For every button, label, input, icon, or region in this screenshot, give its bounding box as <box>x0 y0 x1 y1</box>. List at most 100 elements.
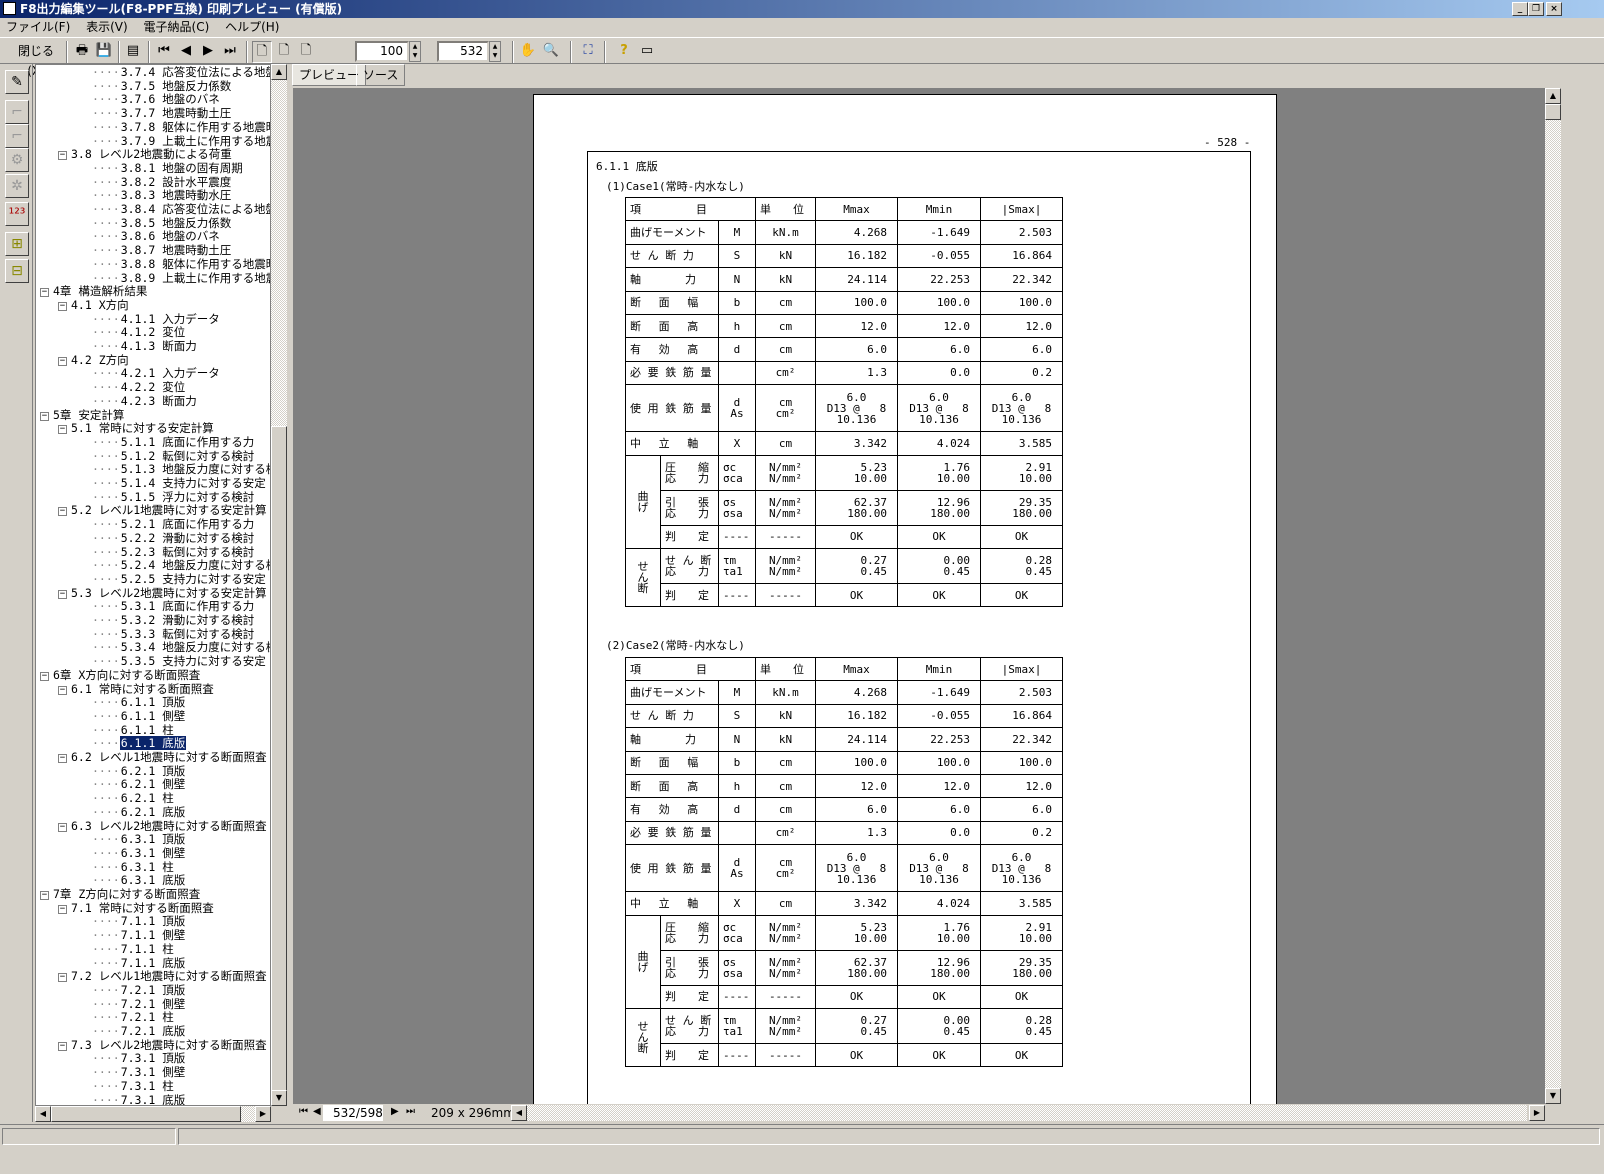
stairs-icon[interactable]: ⌐ <box>5 100 29 124</box>
tree-item[interactable]: ····7.2.1 頂版 <box>92 983 186 998</box>
last-page-icon[interactable]: ⏭ <box>220 41 240 63</box>
collapse-icon[interactable]: − <box>58 685 67 695</box>
tree-item[interactable]: ····3.7.8 躯体に作用する地震時慣性: <box>92 120 270 135</box>
collapse-tree-icon[interactable]: ⊟ <box>5 259 29 283</box>
hand-icon[interactable]: ✋ <box>518 41 538 63</box>
magnifier-icon[interactable]: 🔍 <box>541 41 561 63</box>
tree-item[interactable]: ····4.2.3 断面力 <box>92 394 198 409</box>
help-icon[interactable]: ? <box>614 41 634 63</box>
tab-preview[interactable]: プレビュー <box>292 64 367 86</box>
scroll-right-arrow-icon[interactable]: ▶ <box>255 1106 271 1122</box>
tree-item[interactable]: ····5.2.5 支持力に対する安定 <box>92 572 267 587</box>
print-icon[interactable]: 🖶 <box>72 41 92 63</box>
tree-item[interactable]: −7.1 常時に対する断面照査 <box>58 901 215 916</box>
collapse-icon[interactable]: − <box>58 507 67 517</box>
tree-item[interactable]: ····4.2.1 入力データ <box>92 367 221 381</box>
fit-screen-icon[interactable]: ⛶ <box>578 41 598 63</box>
prev-page-icon[interactable]: ◀ <box>313 1106 321 1117</box>
collapse-icon[interactable]: − <box>58 589 67 599</box>
tree-item[interactable]: −4.1 X方向 <box>58 298 130 313</box>
tree-item[interactable]: ····7.3.1 柱 <box>92 1079 175 1094</box>
single-page-icon[interactable]: 🗋 <box>252 41 272 63</box>
fit-width-icon[interactable]: 🗋 <box>274 41 294 63</box>
tree-item[interactable]: ····6.2.1 頂版 <box>92 764 186 779</box>
tree-item[interactable]: ····7.1.1 底版 <box>92 956 186 971</box>
tree-item[interactable]: ····5.3.1 底面に作用する力 <box>92 599 255 614</box>
tree-item[interactable]: ····7.1.1 柱 <box>92 942 175 957</box>
tree-item[interactable]: ····4.1.2 変位 <box>92 325 186 340</box>
tree-item[interactable]: −5.2 レベル1地震時に対する安定計算 <box>58 504 268 518</box>
next-page-icon[interactable]: ▶ <box>391 1106 399 1117</box>
tree-item[interactable]: ····5.1.3 地盤反力度に対する検討 <box>92 462 270 477</box>
scroll-up-arrow-icon[interactable]: ▲ <box>1545 88 1561 104</box>
collapse-icon[interactable]: − <box>58 1041 67 1051</box>
tree-item[interactable]: ····4.2.2 変位 <box>92 380 186 395</box>
scroll-down-arrow-icon[interactable]: ▼ <box>1545 1088 1561 1104</box>
tree-item[interactable]: −3.8 レベル2地震動による荷重 <box>58 147 233 162</box>
tree-item[interactable]: ····4.1.1 入力データ <box>92 312 221 327</box>
tree-item[interactable]: ····7.3.1 頂版 <box>92 1052 186 1066</box>
page-spinner[interactable]: ▲ ▼ <box>489 41 501 62</box>
tree-item[interactable]: ····6.2.1 底版 <box>92 805 186 820</box>
tree-item[interactable]: −7章 Z方向に対する断面照査 <box>40 887 201 902</box>
tree-item[interactable]: −5章 安定計算 <box>40 408 125 423</box>
tab-source[interactable]: ソース <box>356 64 406 86</box>
tree-item[interactable]: −6.2 レベル1地震時に対する断面照査 <box>58 750 268 765</box>
menu-view[interactable]: 表示(V) <box>84 20 130 34</box>
tree-item[interactable]: ····7.3.1 側壁 <box>92 1065 186 1080</box>
tree-item[interactable]: ····6.3.1 底版 <box>92 873 186 888</box>
tree-item[interactable]: −6.1 常時に対する断面照査 <box>58 682 215 697</box>
tree-item[interactable]: ····6.3.1 頂版 <box>92 832 186 847</box>
menu-file[interactable]: ファイル(F) <box>4 20 72 34</box>
tree-item[interactable]: ····3.7.5 地盤反力係数 <box>92 79 232 94</box>
tree-item[interactable]: ····3.8.5 地盤反力係数 <box>92 216 232 231</box>
menu-help[interactable]: ヘルプ(H) <box>223 20 281 34</box>
restore-button[interactable]: ❐ <box>1528 2 1544 16</box>
disabled-renumber-icon[interactable]: ✲ <box>5 174 29 198</box>
collapse-icon[interactable]: − <box>58 904 67 914</box>
last-page-icon[interactable]: ⏭ <box>406 1106 415 1117</box>
tree-item[interactable]: ····5.2.3 転倒に対する検討 <box>92 545 255 560</box>
stairs-down-icon[interactable]: ⌐ <box>5 124 29 148</box>
first-page-icon[interactable]: ⏮ <box>299 1106 308 1117</box>
collapse-icon[interactable]: − <box>58 754 67 763</box>
tree-item[interactable]: ····5.1.1 底面に作用する力 <box>92 435 255 450</box>
about-icon[interactable]: ▭ <box>637 41 657 63</box>
scroll-up-arrow-icon[interactable]: ▲ <box>271 64 287 80</box>
close-window-button[interactable]: × <box>1546 2 1562 16</box>
tree-item[interactable]: ····6.2.1 側壁 <box>92 778 186 792</box>
tree-item[interactable]: ····7.1.1 側壁 <box>92 928 186 943</box>
tree-item[interactable]: −4.2 Z方向 <box>58 353 130 368</box>
tree-item[interactable]: ····5.2.1 底面に作用する力 <box>92 517 255 532</box>
tree-item[interactable]: ····5.3.5 支持力に対する安定 <box>92 654 267 669</box>
scroll-left-arrow-icon[interactable]: ◀ <box>35 1106 51 1122</box>
scroll-thumb[interactable] <box>1545 104 1561 120</box>
scroll-left-arrow-icon[interactable]: ◀ <box>511 1105 527 1121</box>
tree-item[interactable]: ····5.2.2 滑動に対する検討 <box>92 531 255 546</box>
tree-vertical-scrollbar[interactable]: ▲ ▼ <box>271 64 287 1106</box>
collapse-icon[interactable]: − <box>40 411 49 421</box>
tree-item[interactable]: ····6.3.1 柱 <box>92 860 175 875</box>
tree-item[interactable]: ····5.3.2 滑動に対する検討 <box>92 613 255 628</box>
tree-item[interactable]: ····6.1.1 底版 <box>92 735 188 752</box>
tree-item[interactable]: ····7.3.1 底版 <box>92 1093 186 1105</box>
collapse-icon[interactable]: − <box>40 671 49 681</box>
tree-item[interactable]: −5.3 レベル2地震時に対する安定計算 <box>58 586 268 601</box>
preview-horizontal-scrollbar[interactable] <box>527 1105 1527 1121</box>
tree-item[interactable]: −6.3 レベル2地震時に対する断面照査 <box>58 819 268 834</box>
tree-item[interactable]: −7.3 レベル2地震時に対する断面照査 <box>58 1038 268 1053</box>
collapse-icon[interactable]: − <box>40 288 49 298</box>
tree-item[interactable]: ····3.7.7 地震時動土圧 <box>92 106 232 121</box>
zoom-spinner[interactable]: ▲ ▼ <box>409 41 421 62</box>
close-button[interactable]: 閉じる(X) <box>10 41 62 78</box>
collapse-icon[interactable]: − <box>58 151 67 161</box>
tree-item[interactable]: ····3.8.7 地震時動土圧 <box>92 243 232 258</box>
tree-item[interactable]: ····5.3.4 地盤反力度に対する検討 <box>92 641 270 655</box>
tree-item[interactable]: ····5.1.2 転倒に対する検討 <box>92 449 255 464</box>
collapse-icon[interactable]: − <box>40 891 49 900</box>
tree-item[interactable]: ····5.3.3 転倒に対する検討 <box>92 627 255 642</box>
tree-item[interactable]: ····5.2.4 地盤反力度に対する検討 <box>92 558 270 573</box>
tree-item[interactable]: ····7.2.1 側壁 <box>92 997 186 1012</box>
tree-item[interactable]: ····3.8.3 地震時動水圧 <box>92 188 232 203</box>
scroll-thumb[interactable] <box>51 1106 241 1122</box>
